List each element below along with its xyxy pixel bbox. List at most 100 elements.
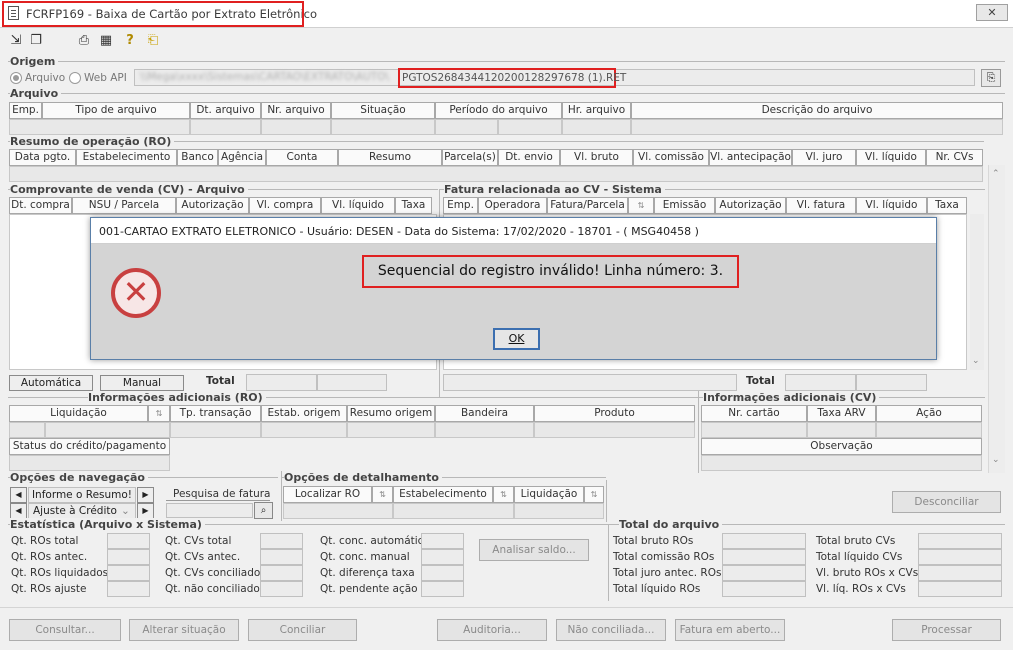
observacao-cell[interactable] [701,455,982,471]
resumo-col-parcelas[interactable]: Parcela(s) [442,149,498,166]
localizar-ro-header[interactable]: Localizar RO [283,486,372,503]
estabelecimento-header[interactable]: Estabelecimento [393,486,493,503]
resumo-col-data[interactable]: Data pgto. [9,149,76,166]
resumo-col-agencia[interactable]: Agência [218,149,266,166]
ajuste-next-button[interactable]: ▶ [137,503,154,519]
informe-prev-button[interactable]: ◀ [10,487,27,503]
browse-file-icon[interactable]: ⎘ [981,69,1001,87]
resumo-col-envio[interactable]: Dt. envio [498,149,560,166]
auditoria-button[interactable]: Auditoria... [437,619,547,641]
fatura-col-operadora[interactable]: Operadora [478,197,547,214]
cv-total-label: Total [206,375,235,387]
resumo-col-comissao[interactable]: Vl. comissão [633,149,709,166]
fatura-aberto-button[interactable]: Fatura em aberto... [675,619,785,641]
fatura-col-autorizacao[interactable]: Autorização [715,197,786,214]
alterar-situacao-button[interactable]: Alterar situação [129,619,239,641]
resumo-col-juro[interactable]: Vl. juro [792,149,856,166]
observacao-header[interactable]: Observação [701,438,982,455]
cv-col-vlliquido[interactable]: Vl. líquido [321,197,395,214]
arquivo-cell [631,119,1003,135]
cv-col-nsu[interactable]: NSU / Parcela [72,197,176,214]
arquivo-col-situacao[interactable]: Situação [331,102,435,119]
windows-icon[interactable]: ❐ [28,33,44,49]
arquivo-col-hr[interactable]: Hr. arquivo [562,102,631,119]
radio-webapi[interactable] [69,72,81,84]
analisar-saldo-button[interactable]: Analisar saldo... [479,539,589,561]
arquivo-col-descricao[interactable]: Descrição do arquivo [631,102,1003,119]
info-ro-col-produto[interactable]: Produto [534,405,695,422]
fatura-col-vlfatura[interactable]: Vl. fatura [786,197,856,214]
resumo-col-resumo[interactable]: Resumo [338,149,442,166]
exit-door-icon[interactable]: ⎗ [145,33,161,49]
help-icon[interactable]: ? [122,33,138,49]
fatura-sort-icon[interactable]: ⇅ [628,197,654,214]
info-cv-col-nrcartao[interactable]: Nr. cartão [701,405,807,422]
file-path-prefix: \\Mega\xxxx\Sistemas\CARTAO\EXTRATO\AUTO… [140,71,389,83]
info-ro-sort-icon[interactable]: ⇅ [148,405,170,422]
informe-next-button[interactable]: ▶ [137,487,154,503]
pesquisa-fatura-input[interactable] [166,503,253,518]
fatura-col-taxa[interactable]: Taxa [927,197,967,214]
arquivo-col-periodo[interactable]: Período do arquivo [435,102,562,119]
liquidacao-sort-icon[interactable]: ⇅ [584,486,604,503]
ajuste-select[interactable]: Ajuste à Crédito ⌄ [28,503,136,519]
informe-resumo-field[interactable]: Informe o Resumo! [28,487,136,503]
main-scrollbar[interactable]: ⌃ ⌄ [988,165,1005,473]
resumo-col-nrcvs[interactable]: Nr. CVs [926,149,983,166]
info-ro-col-resumo[interactable]: Resumo origem [347,405,435,422]
fatura-col-parcela[interactable]: Fatura/Parcela [547,197,628,214]
resumo-col-estab[interactable]: Estabelecimento [76,149,177,166]
info-ro-col-estab[interactable]: Estab. origem [261,405,347,422]
info-cv-col-taxaarv[interactable]: Taxa ARV [807,405,876,422]
manual-button[interactable]: Manual [100,375,184,391]
arquivo-col-emp[interactable]: Emp. [9,102,42,119]
nao-conciliada-button[interactable]: Não conciliada... [556,619,666,641]
resumo-col-liquido[interactable]: Vl. líquido [856,149,926,166]
consultar-button[interactable]: Consultar... [9,619,121,641]
automatica-button[interactable]: Automática [9,375,93,391]
resumo-col-banco[interactable]: Banco [177,149,218,166]
info-ro-col-liquidacao[interactable]: Liquidação [9,405,148,422]
cv-col-autorizacao[interactable]: Autorização [176,197,249,214]
scroll-up-icon[interactable]: ⌃ [992,169,1000,179]
cv-col-taxa[interactable]: Taxa [395,197,432,214]
processar-button[interactable]: Processar [892,619,1001,641]
localizar-sort-icon[interactable]: ⇅ [372,486,393,503]
error-dialog[interactable]: 001-CARTAO EXTRATO ELETRONICO - Usuário:… [90,217,937,360]
info-ro-col-bandeira[interactable]: Bandeira [435,405,534,422]
scroll-down-icon[interactable]: ⌄ [992,455,1000,465]
arquivo-col-tipo[interactable]: Tipo de arquivo [42,102,190,119]
cv-col-vlcompra[interactable]: Vl. compra [249,197,321,214]
ok-button[interactable]: OK [493,328,540,350]
status-credito-header[interactable]: Status do crédito/pagamento [9,438,170,455]
arquivo-divider [8,93,1005,94]
fatura-col-emp[interactable]: Emp. [443,197,478,214]
desconciliar-button[interactable]: Desconciliar [892,491,1001,513]
fatura-col-emissao[interactable]: Emissão [654,197,715,214]
radio-arquivo[interactable] [10,72,22,84]
estab-sort-icon[interactable]: ⇅ [493,486,514,503]
print-icon[interactable]: ⎙ [76,33,92,49]
close-button[interactable]: ✕ [976,4,1008,21]
resumo-col-conta[interactable]: Conta [266,149,338,166]
arquivo-col-dt[interactable]: Dt. arquivo [190,102,261,119]
resumo-col-antecipacao[interactable]: Vl. antecipação [709,149,792,166]
fatura-col-vlliquido[interactable]: Vl. líquido [856,197,927,214]
ajuste-prev-button[interactable]: ◀ [10,503,27,519]
stat-field [107,581,150,597]
resumo-col-bruto[interactable]: Vl. bruto [560,149,633,166]
info-ro-col-tptransacao[interactable]: Tp. transação [170,405,261,422]
chevron-down-icon[interactable]: ⌄ [121,504,130,518]
info-cv-col-acao[interactable]: Ação [876,405,982,422]
fatura-scroll-down-icon[interactable]: ⌄ [972,356,980,366]
calculator-icon[interactable]: ▦ [98,33,114,49]
fatura-scrollbar[interactable]: ⌄ [970,214,984,370]
conciliar-button[interactable]: Conciliar [248,619,357,641]
cv-col-dtcompra[interactable]: Dt. compra [9,197,72,214]
search-icon[interactable]: ⌕ [254,502,273,519]
liquidacao-header[interactable]: Liquidação [514,486,584,503]
back-arrow-icon[interactable]: ⇲ [8,33,24,49]
total-label: Vl. líq. ROs x CVs [816,583,906,595]
arquivo-col-nr[interactable]: Nr. arquivo [261,102,331,119]
stat-field [421,533,464,549]
